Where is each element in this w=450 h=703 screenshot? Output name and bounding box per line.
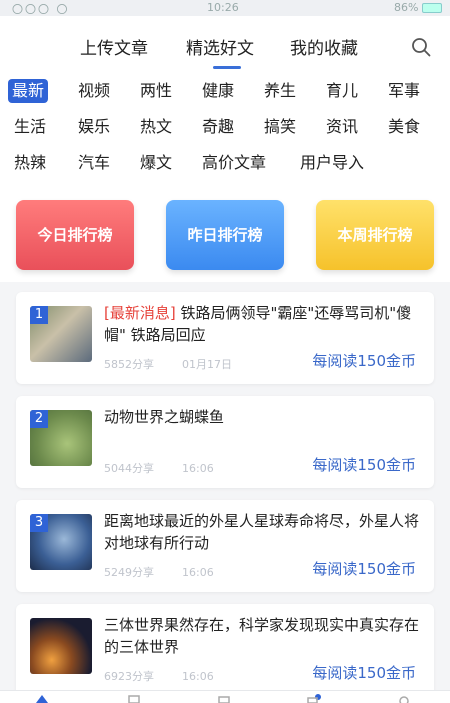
category-food[interactable]: 美食	[384, 115, 424, 139]
article-card[interactable]: 3 距离地球最近的外星人星球寿命将尽，外星人将对地球有所行动 5249分享 16:…	[16, 500, 434, 592]
article-meta: 6923分享 16:06	[104, 668, 214, 684]
article-title-text: 三体世界果然存在，科学家发现现实中真实存在的三体世界	[104, 616, 420, 656]
bottom-tab-bar	[0, 690, 450, 703]
category-latest[interactable]: 最新	[8, 79, 49, 103]
article-card[interactable]: 2 动物世界之蝴蝶鱼 5044分享 16:06 每阅读150金币	[16, 396, 434, 488]
ranking-section: 今日排行榜 昨日排行榜 本周排行榜	[0, 182, 450, 282]
category-viral[interactable]: 爆文	[136, 151, 176, 175]
article-meta: 5044分享 16:06	[104, 460, 214, 476]
article-thumbnail: 1	[30, 306, 92, 362]
article-thumbnail: 2	[30, 410, 92, 466]
category-news[interactable]: 资讯	[322, 115, 362, 139]
publish-time: 16:06	[182, 566, 214, 579]
category-wellness[interactable]: 养生	[260, 79, 300, 103]
battery-indicator: 86%	[394, 1, 442, 14]
news-tag: [最新消息]	[104, 304, 176, 322]
tab-my-favorites[interactable]: 我的收藏	[290, 34, 358, 59]
article-title: 三体世界果然存在，科学家发现现实中真实存在的三体世界	[104, 614, 422, 658]
article-title: [最新消息] 铁路局俩领导"霸座"还辱骂司机"傻帽" 铁路局回应	[104, 302, 422, 346]
share-count: 5852分享	[104, 358, 154, 371]
article-meta: 5249分享 16:06	[104, 564, 214, 580]
article-title-text: 动物世界之蝴蝶鱼	[104, 408, 225, 426]
category-spicy[interactable]: 热辣	[10, 151, 50, 175]
article-thumbnail: 3	[30, 514, 92, 570]
article-card[interactable]: 三体世界果然存在，科学家发现现实中真实存在的三体世界 6923分享 16:06 每…	[16, 604, 434, 696]
category-video[interactable]: 视频	[74, 79, 114, 103]
search-icon[interactable]	[410, 36, 432, 58]
rank-number-badge: 1	[30, 306, 48, 324]
article-title: 动物世界之蝴蝶鱼	[104, 406, 422, 428]
share-count: 6923分享	[104, 670, 154, 683]
category-cars[interactable]: 汽车	[74, 151, 114, 175]
top-navigation: 上传文章 精选好文 我的收藏	[0, 16, 450, 74]
rank-number-badge: 3	[30, 514, 48, 532]
active-tab-indicator	[213, 66, 241, 69]
category-hot[interactable]: 热文	[136, 115, 176, 139]
publish-time: 16:06	[182, 670, 214, 683]
article-title: 距离地球最近的外星人星球寿命将尽，外星人将对地球有所行动	[104, 510, 422, 554]
category-parenting[interactable]: 育儿	[322, 79, 362, 103]
category-gender[interactable]: 两性	[136, 79, 176, 103]
share-count: 5044分享	[104, 462, 154, 475]
reward-label: 每阅读150金币	[312, 664, 416, 682]
article-card[interactable]: 1 [最新消息] 铁路局俩领导"霸座"还辱骂司机"傻帽" 铁路局回应 5852分…	[16, 292, 434, 384]
status-bar: 〇〇〇 〇 10:26 86%	[0, 0, 450, 16]
category-funny[interactable]: 搞笑	[260, 115, 300, 139]
status-time: 10:26	[207, 1, 239, 14]
category-health[interactable]: 健康	[198, 79, 238, 103]
category-bar: 最新 视频 两性 健康 养生 育儿 军事 生活 娱乐 热文 奇趣 搞笑 资讯 美…	[0, 74, 450, 182]
signal-indicator: 〇〇〇 〇	[12, 3, 70, 16]
reward-label: 每阅读150金币	[312, 352, 416, 370]
rank-number-badge: 2	[30, 410, 48, 428]
article-thumbnail	[30, 618, 92, 674]
today-ranking-button[interactable]: 今日排行榜	[16, 200, 134, 270]
category-military[interactable]: 军事	[384, 79, 424, 103]
category-curious[interactable]: 奇趣	[198, 115, 238, 139]
article-meta: 5852分享 01月17日	[104, 356, 232, 372]
publish-time: 16:06	[182, 462, 214, 475]
category-user-import[interactable]: 用户导入	[296, 151, 368, 175]
yesterday-ranking-button[interactable]: 昨日排行榜	[166, 200, 284, 270]
category-life[interactable]: 生活	[10, 115, 50, 139]
battery-icon	[422, 3, 442, 13]
publish-time: 01月17日	[182, 358, 232, 371]
category-entertainment[interactable]: 娱乐	[74, 115, 114, 139]
reward-label: 每阅读150金币	[312, 456, 416, 474]
share-count: 5249分享	[104, 566, 154, 579]
category-high-price[interactable]: 高价文章	[198, 151, 270, 175]
article-title-text: 距离地球最近的外星人星球寿命将尽，外星人将对地球有所行动	[104, 512, 420, 552]
tab-upload-article[interactable]: 上传文章	[80, 34, 148, 59]
tab-featured-articles[interactable]: 精选好文	[186, 34, 254, 59]
battery-percent: 86%	[394, 1, 419, 14]
reward-label: 每阅读150金币	[312, 560, 416, 578]
weekly-ranking-button[interactable]: 本周排行榜	[316, 200, 434, 270]
